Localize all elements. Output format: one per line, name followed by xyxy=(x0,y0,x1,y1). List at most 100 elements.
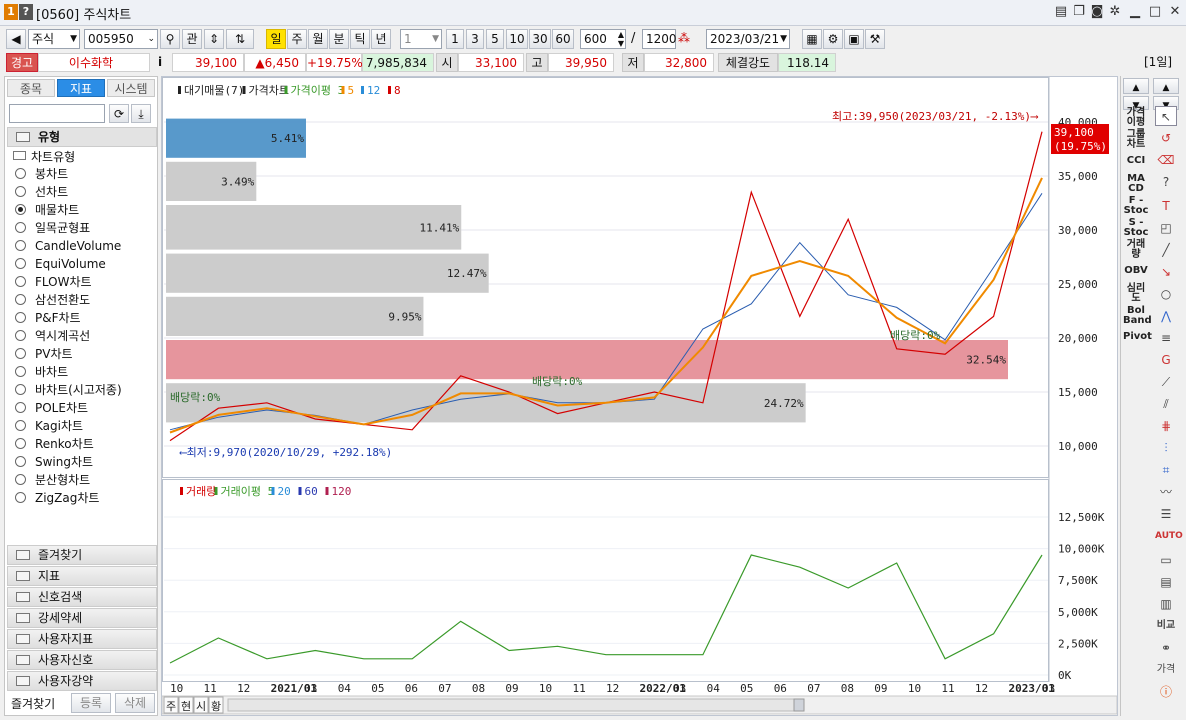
chart-area[interactable]: 40,000 35,000 30,000 25,000 20,000 15,000 10,0… xyxy=(161,76,1118,716)
s-stoc-icon[interactable]: S - Stoc xyxy=(1123,218,1149,238)
price-ma-icon[interactable]: 가격 이평 xyxy=(1123,108,1149,128)
interval-1[interactable]: 1 xyxy=(446,29,464,49)
cursor-icon[interactable]: ↖ xyxy=(1155,106,1177,126)
camera-icon[interactable]: ◙ xyxy=(1088,3,1106,21)
undo-icon[interactable]: ↺ xyxy=(1155,128,1177,148)
info-button[interactable]: i xyxy=(154,53,166,72)
help-icon[interactable]: ? xyxy=(19,4,33,20)
chart-type-item[interactable]: 역시계곡선 xyxy=(15,327,90,345)
period-day[interactable]: 일 xyxy=(266,29,286,49)
fibo-icon[interactable]: ⫶ xyxy=(1155,438,1177,458)
parallel-icon[interactable]: ≡ xyxy=(1155,328,1177,348)
grid-icon[interactable]: ▦ xyxy=(802,29,822,49)
interval-30[interactable]: 30 xyxy=(529,29,551,49)
group-chart-type[interactable]: 차트유형 xyxy=(13,148,75,165)
radio-icon[interactable] xyxy=(15,348,26,359)
radio-icon[interactable] xyxy=(15,366,26,377)
retrace-icon[interactable]: ☰ xyxy=(1155,504,1177,524)
cycle-icon[interactable]: ⋕ xyxy=(1155,416,1177,436)
history-icon[interactable]: ⇕ xyxy=(204,29,224,49)
radio-icon[interactable] xyxy=(15,456,26,467)
fan-icon[interactable]: ⟋ xyxy=(1155,372,1177,392)
shape-icon[interactable]: ◰ xyxy=(1155,218,1177,238)
radio-icon[interactable] xyxy=(15,402,26,413)
maximize-button[interactable]: □ xyxy=(1146,3,1164,21)
accordion-item[interactable]: 사용자지표 xyxy=(7,629,157,649)
indicator-search-input[interactable] xyxy=(9,104,105,123)
radio-icon[interactable] xyxy=(15,258,26,269)
interval-3[interactable]: 3 xyxy=(466,29,484,49)
chart-type-item[interactable]: 선차트 xyxy=(15,183,68,201)
chart-canvas[interactable]: 40,00035,00030,00025,00020,00015,00010,0… xyxy=(161,77,1118,715)
period-tick[interactable]: 틱 xyxy=(350,29,370,49)
window-icon[interactable]: ▭ xyxy=(1155,550,1177,570)
radio-icon[interactable] xyxy=(15,438,26,449)
scroll-up-button[interactable]: ▲ xyxy=(1123,78,1149,94)
trend-icon[interactable]: ⋀ xyxy=(1155,306,1177,326)
count-input[interactable]: 600 ▲ ▼ xyxy=(580,29,626,49)
chart-type-item[interactable]: P&F차트 xyxy=(15,309,81,327)
psychology-icon[interactable]: 심리 도 xyxy=(1123,284,1149,304)
refresh-icon[interactable]: ⁂ xyxy=(678,31,696,49)
link-icon[interactable]: ▤ xyxy=(1052,3,1070,21)
link-tool-icon[interactable]: ⚭ xyxy=(1155,638,1177,658)
radio-icon[interactable] xyxy=(15,240,26,251)
interval-10[interactable]: 10 xyxy=(506,29,528,49)
radio-icon[interactable] xyxy=(15,276,26,287)
radio-icon[interactable] xyxy=(15,222,26,233)
chart-type-item[interactable]: 매물차트 xyxy=(15,201,79,219)
cci-icon[interactable]: CCI xyxy=(1123,156,1149,166)
settings-icon[interactable]: ⚙ xyxy=(823,29,843,49)
chart-type-item[interactable]: EquiVolume xyxy=(15,255,106,273)
market-select[interactable]: 주식 ▼ xyxy=(28,29,80,49)
accordion-item[interactable]: 지표 xyxy=(7,566,157,586)
gear-icon[interactable]: ✲ xyxy=(1106,3,1124,21)
search-icon[interactable]: ⚲ xyxy=(160,29,180,49)
code-input[interactable]: 005950 ⌄ xyxy=(84,29,158,49)
chart-type-item[interactable]: POLE차트 xyxy=(15,399,88,417)
chart-type-item[interactable]: 분산형차트 xyxy=(15,471,90,489)
prev-stock-button[interactable]: ◀ xyxy=(6,29,26,49)
register-button[interactable]: 등록 xyxy=(71,693,111,713)
channel-icon[interactable]: ⫽ xyxy=(1155,394,1177,414)
price-tool-icon[interactable]: 가격 xyxy=(1155,660,1177,680)
help2-icon[interactable]: ? xyxy=(1155,172,1177,192)
gann-icon[interactable]: G xyxy=(1155,350,1177,370)
chart-type-item[interactable]: FLOW차트 xyxy=(15,273,92,291)
radio-icon[interactable] xyxy=(15,492,26,503)
period-week[interactable]: 주 xyxy=(287,29,307,49)
chart-type-item[interactable]: 삼선전환도 xyxy=(15,291,90,309)
spin-icon[interactable]: ⇅ xyxy=(226,29,254,49)
chart-type-item[interactable]: 바차트 xyxy=(15,363,68,381)
tab-stock[interactable]: 종목 xyxy=(7,79,55,97)
minimize-button[interactable]: ▁ xyxy=(1126,3,1144,21)
scroll-up2-button[interactable]: ▲ xyxy=(1153,78,1179,94)
period-year[interactable]: 년 xyxy=(371,29,391,49)
erase-all-icon[interactable]: ⌫ xyxy=(1155,150,1177,170)
document-icon[interactable]: ▤ xyxy=(1155,572,1177,592)
grid-lines-icon[interactable]: ⌗ xyxy=(1155,460,1177,480)
tab-indicator[interactable]: 지표 xyxy=(57,79,105,97)
accordion-item[interactable]: 신호검색 xyxy=(7,587,157,607)
section-type[interactable]: 유형 xyxy=(7,127,157,147)
text-icon[interactable]: T xyxy=(1155,196,1177,216)
chart-type-item[interactable]: Swing차트 xyxy=(15,453,93,471)
refresh-list-icon[interactable]: ⟳ xyxy=(109,104,129,123)
accordion-item[interactable]: 즐겨찾기 xyxy=(7,545,157,565)
arrow-line-icon[interactable]: ↘ xyxy=(1155,262,1177,282)
volume-icon[interactable]: 거래 량 xyxy=(1123,240,1149,260)
radio-icon[interactable] xyxy=(15,204,26,215)
radio-icon[interactable] xyxy=(15,168,26,179)
radio-icon[interactable] xyxy=(15,330,26,341)
close-button[interactable]: ✕ xyxy=(1166,3,1184,21)
radio-icon[interactable] xyxy=(15,186,26,197)
macd-icon[interactable]: MA CD xyxy=(1123,174,1149,194)
group-chart-icon[interactable]: 그룹 차트 xyxy=(1123,130,1149,150)
compare-icon[interactable]: 비교 xyxy=(1155,616,1177,636)
radio-icon[interactable] xyxy=(15,420,26,431)
radio-icon[interactable] xyxy=(15,294,26,305)
info-tool-icon[interactable]: ⓘ xyxy=(1155,682,1177,702)
interval-60[interactable]: 60 xyxy=(552,29,574,49)
interest-button[interactable]: 관 xyxy=(182,29,202,49)
pivot-icon[interactable]: Pivot xyxy=(1123,332,1152,342)
